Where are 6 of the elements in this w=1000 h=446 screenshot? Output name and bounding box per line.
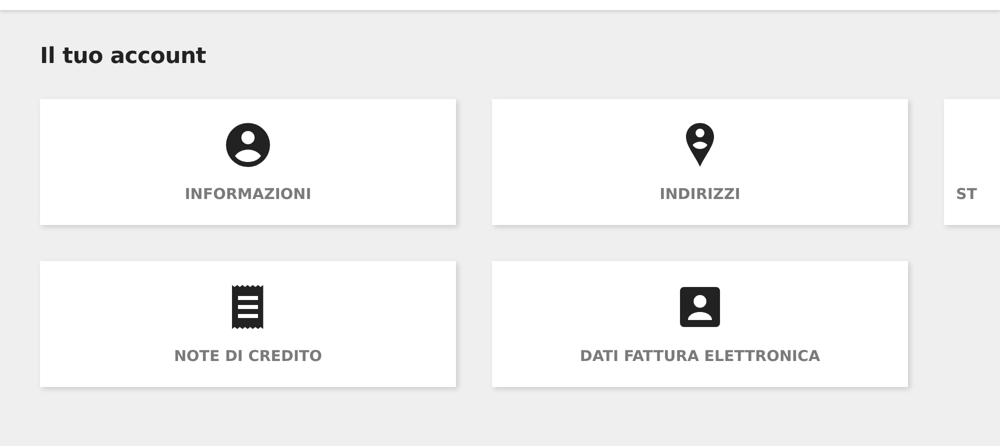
account-card[interactable]: ST	[944, 99, 1000, 225]
account-card[interactable]: NOTE DI CREDITO	[40, 261, 456, 387]
account-card[interactable]: DATI FATTURA ELETTRONICA	[492, 261, 908, 387]
account-card[interactable]: INDIRIZZI	[492, 99, 908, 225]
section-heading: Il tuo account	[40, 43, 208, 71]
account-card[interactable]: INFORMAZIONI	[40, 99, 456, 225]
